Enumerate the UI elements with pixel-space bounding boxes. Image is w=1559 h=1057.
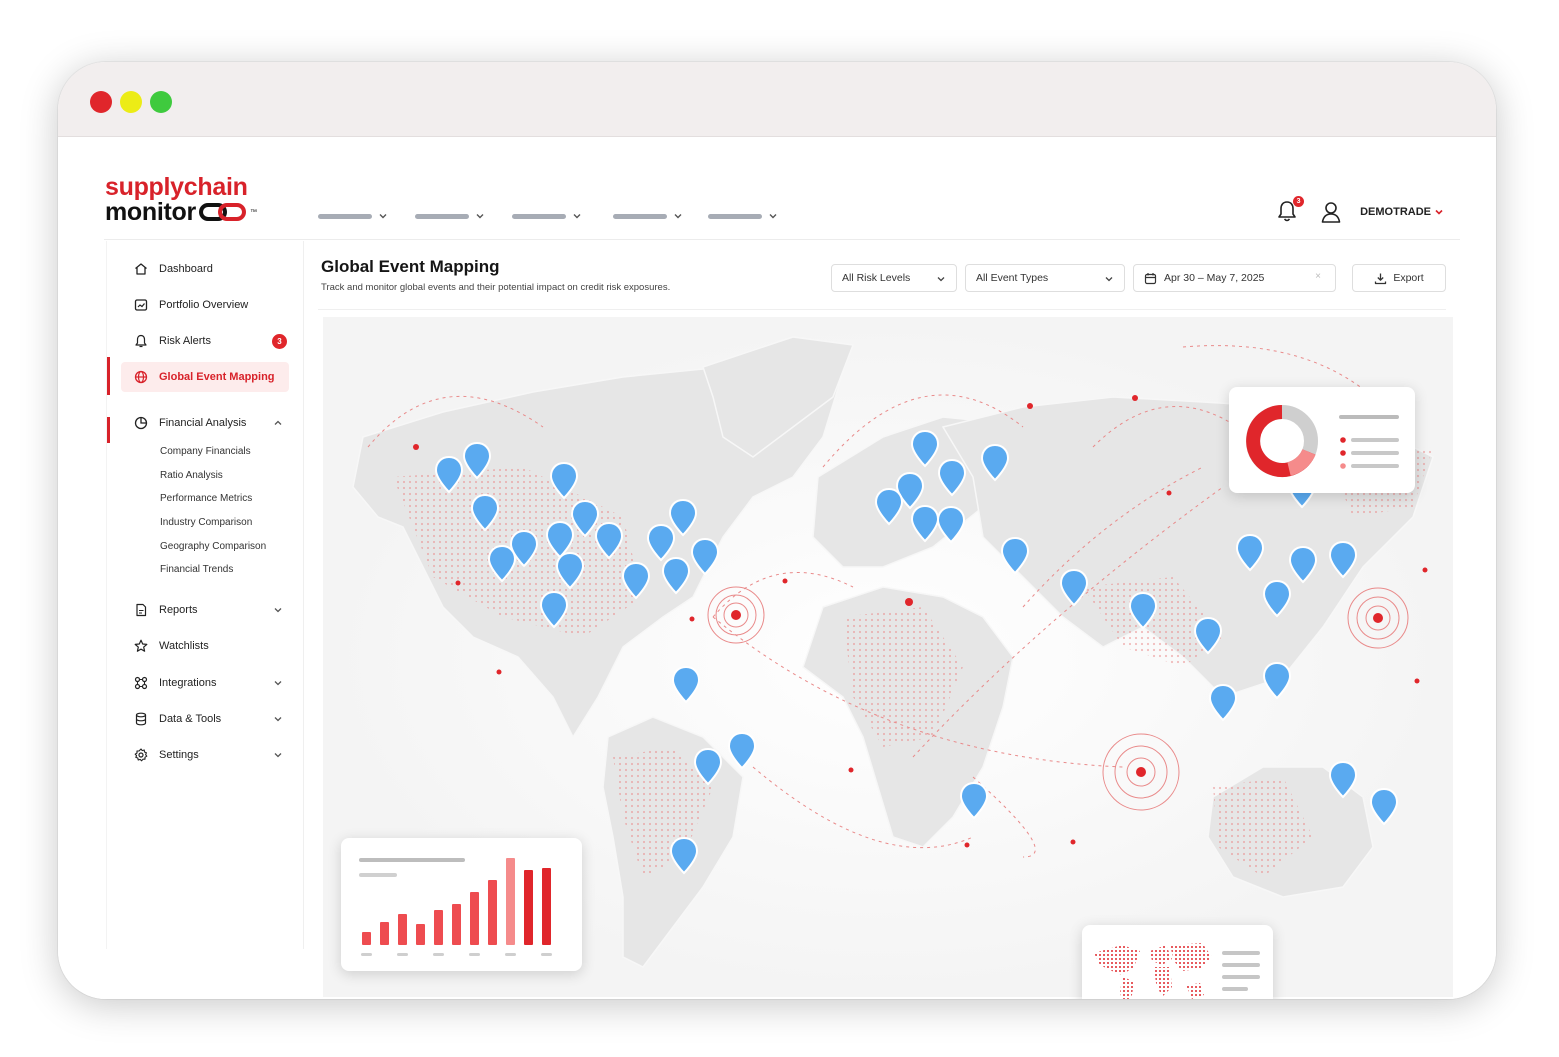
donut-chart	[1246, 405, 1399, 477]
browser-window: supplychain monitor ™ 3 DEMOTRADE Dashbo…	[58, 62, 1496, 999]
trademark: ™	[249, 209, 257, 216]
header-actions: 3 DEMOTRADE	[1276, 196, 1444, 225]
database-icon	[133, 711, 149, 727]
minimize-window-button[interactable]	[120, 91, 142, 113]
export-label: Export	[1393, 272, 1424, 284]
active-indicator	[107, 357, 110, 395]
event-types-value: All Event Types	[976, 272, 1049, 284]
chevron-down-icon	[573, 214, 581, 219]
export-button[interactable]: Export	[1352, 264, 1446, 292]
sidebar-item-label: Portfolio Overview	[159, 299, 249, 311]
sidebar-item-data-tools[interactable]: Data & Tools	[121, 704, 289, 734]
star-icon	[133, 638, 149, 654]
sidebar-item-watchlists[interactable]: Watchlists	[121, 631, 289, 661]
top-nav-item-3[interactable]	[512, 211, 582, 221]
clear-date-button[interactable]: ×	[1315, 271, 1321, 282]
sidebar-sub-ratio-analysis[interactable]: Ratio Analysis	[160, 470, 223, 481]
date-range-value: Apr 30 – May 7, 2025	[1164, 272, 1265, 284]
risk-levels-dropdown[interactable]: All Risk Levels	[831, 264, 957, 292]
bar-chart-thumbnail	[359, 858, 552, 956]
pie-chart-icon	[133, 415, 149, 431]
bell-icon	[133, 333, 149, 349]
top-nav-item-4[interactable]	[613, 211, 683, 221]
sidebar-item-reports[interactable]: Reports	[121, 595, 289, 625]
mini-world-card	[1082, 925, 1273, 999]
notification-badge: 3	[1293, 196, 1305, 207]
sidebar-item-financial-analysis[interactable]: Financial Analysis	[121, 408, 289, 438]
user-name: DEMOTRADE	[1360, 206, 1431, 218]
report-icon	[133, 602, 149, 618]
sidebar-sub-performance-metrics[interactable]: Performance Metrics	[160, 493, 252, 504]
main-divider	[318, 309, 1446, 310]
mini-world-map	[1094, 943, 1260, 999]
bar-chart-card	[341, 838, 582, 971]
header-divider	[104, 239, 1460, 240]
chevron-down-icon	[937, 277, 945, 282]
maximize-window-button[interactable]	[150, 91, 172, 113]
sidebar-item-label: Watchlists	[159, 640, 209, 652]
gear-icon	[133, 747, 149, 763]
sidebar-item-label: Reports	[159, 604, 198, 616]
user-icon[interactable]	[1320, 200, 1342, 224]
chevron-down-icon	[674, 214, 682, 219]
globe-icon	[133, 369, 149, 385]
date-range-picker[interactable]: Apr 30 – May 7, 2025 ×	[1133, 264, 1336, 292]
top-nav-item-1[interactable]	[318, 211, 388, 221]
home-icon	[133, 261, 149, 277]
page-subtitle: Track and monitor global events and thei…	[321, 282, 671, 293]
sidebar-item-global-event-mapping[interactable]: Global Event Mapping	[121, 362, 289, 392]
chevron-down-icon	[274, 717, 282, 722]
sidebar-item-portfolio-overview[interactable]: Portfolio Overview	[121, 290, 289, 320]
section-indicator	[107, 417, 110, 443]
sidebar-item-integrations[interactable]: Integrations	[121, 668, 289, 698]
chevron-down-icon	[379, 214, 387, 219]
user-menu[interactable]: DEMOTRADE	[1360, 206, 1444, 218]
risk-levels-value: All Risk Levels	[842, 272, 911, 284]
event-types-dropdown[interactable]: All Event Types	[965, 264, 1125, 292]
chevron-down-icon	[769, 214, 777, 219]
portfolio-icon	[133, 297, 149, 313]
sidebar-sub-financial-trends[interactable]: Financial Trends	[160, 564, 233, 575]
sidebar-item-label: Financial Analysis	[159, 417, 247, 429]
sidebar-sub-geography-comparison[interactable]: Geography Comparison	[160, 541, 266, 552]
calendar-icon	[1144, 272, 1157, 284]
chevron-down-icon	[274, 681, 282, 686]
risk-alerts-badge: 3	[272, 334, 287, 349]
logo[interactable]: supplychain monitor ™	[105, 175, 275, 225]
chevron-down-icon	[476, 214, 484, 219]
logo-bottom-text: monitor	[105, 198, 196, 226]
sidebar: Dashboard Portfolio Overview Risk Alerts…	[106, 241, 304, 949]
sidebar-item-risk-alerts[interactable]: Risk Alerts 3	[121, 326, 289, 356]
title-bar	[58, 62, 1496, 137]
logo-top-text: supplychain	[105, 173, 248, 201]
sidebar-sub-industry-comparison[interactable]: Industry Comparison	[160, 517, 252, 528]
top-nav-item-2[interactable]	[415, 211, 485, 221]
sidebar-sub-company-financials[interactable]: Company Financials	[160, 446, 251, 457]
donut-summary-card	[1229, 387, 1415, 493]
top-nav-item-5[interactable]	[708, 211, 778, 221]
sidebar-item-settings[interactable]: Settings	[121, 740, 289, 770]
notifications-button[interactable]: 3	[1276, 196, 1305, 225]
chevron-down-icon	[1435, 209, 1443, 215]
sidebar-item-label: Risk Alerts	[159, 335, 211, 347]
page-title: Global Event Mapping	[321, 257, 500, 276]
sidebar-item-label: Global Event Mapping	[159, 371, 275, 383]
chain-link-icon	[198, 203, 246, 221]
sidebar-item-label: Data & Tools	[159, 713, 222, 725]
integrations-icon	[133, 675, 149, 691]
chevron-up-icon	[274, 420, 282, 425]
sidebar-item-label: Integrations	[159, 677, 217, 689]
sidebar-item-label: Settings	[159, 749, 199, 761]
app-content: supplychain monitor ™ 3 DEMOTRADE Dashbo…	[58, 137, 1496, 999]
sidebar-item-label: Dashboard	[159, 263, 213, 275]
chevron-down-icon	[274, 753, 282, 758]
close-window-button[interactable]	[90, 91, 112, 113]
chevron-down-icon	[274, 608, 282, 613]
download-icon	[1375, 273, 1387, 284]
chevron-down-icon	[1105, 277, 1113, 282]
sidebar-item-dashboard[interactable]: Dashboard	[121, 254, 289, 284]
